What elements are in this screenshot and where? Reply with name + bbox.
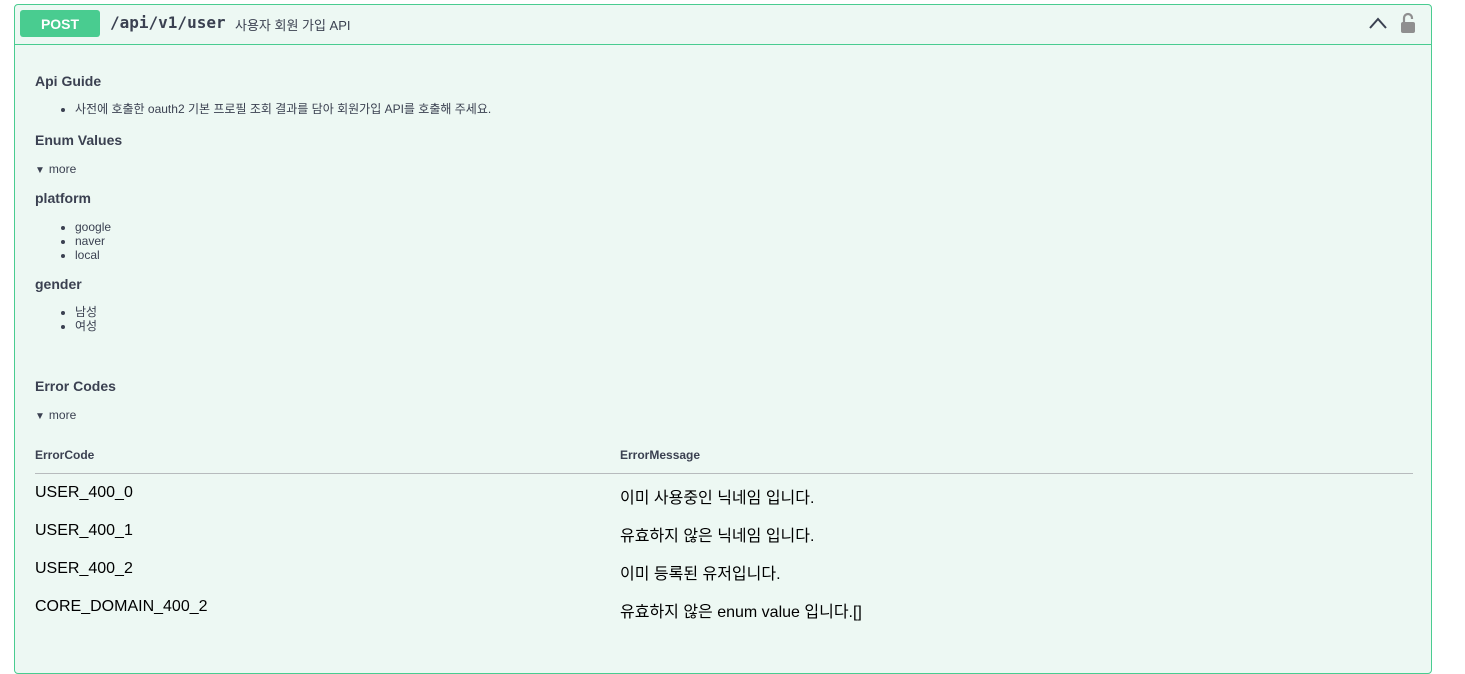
enum-values-more-toggle[interactable]: ▼ more xyxy=(35,162,76,176)
caret-down-icon: ▼ xyxy=(35,411,45,422)
error-message-cell: 이미 등록된 유저입니다. xyxy=(620,566,781,583)
enum-group-title: gender xyxy=(35,276,82,292)
error-code-cell: CORE_DOMAIN_400_2 xyxy=(35,598,208,615)
more-label: more xyxy=(48,162,77,176)
table-header-divider xyxy=(35,473,1413,474)
endpoint-summary-bar[interactable]: POST /api/v1/user 사용자 회원 가입 API xyxy=(15,5,1431,45)
error-codes-more-toggle[interactable]: ▼ more xyxy=(35,408,76,422)
enum-values-list: 남성 여성 xyxy=(53,305,97,333)
error-message-cell: 유효하지 않은 enum value 입니다.[] xyxy=(620,604,862,621)
error-code-cell: USER_400_1 xyxy=(35,522,133,539)
endpoint-path: /api/v1/user xyxy=(110,13,226,32)
list-item: local xyxy=(75,248,111,262)
column-header-error-code: ErrorCode xyxy=(35,448,95,462)
list-item: google xyxy=(75,220,111,234)
endpoint-opblock: POST /api/v1/user 사용자 회원 가입 API Api Guid… xyxy=(14,4,1432,674)
list-item: naver xyxy=(75,234,111,248)
list-item: 사전에 호출한 oauth2 기본 프로필 조회 결과를 담아 회원가입 API… xyxy=(75,102,491,116)
enum-values-list: google naver local xyxy=(53,220,111,262)
lock-icon[interactable] xyxy=(1399,12,1417,34)
error-message-cell: 이미 사용중인 닉네임 입니다. xyxy=(620,490,815,507)
chevron-up-icon[interactable] xyxy=(1368,15,1388,31)
error-message-cell: 유효하지 않은 닉네임 입니다. xyxy=(620,528,815,545)
method-badge: POST xyxy=(20,10,100,37)
error-code-cell: USER_400_2 xyxy=(35,560,133,577)
caret-down-icon: ▼ xyxy=(35,165,45,176)
list-item: 여성 xyxy=(75,319,97,333)
column-header-error-message: ErrorMessage xyxy=(620,448,701,462)
api-guide-list: 사전에 호출한 oauth2 기본 프로필 조회 결과를 담아 회원가입 API… xyxy=(53,102,491,116)
error-codes-heading: Error Codes xyxy=(35,378,116,394)
enum-group-title: platform xyxy=(35,190,91,206)
list-item: 남성 xyxy=(75,305,97,319)
enum-values-heading: Enum Values xyxy=(35,132,123,148)
more-label: more xyxy=(48,408,77,422)
endpoint-description: 사용자 회원 가입 API xyxy=(235,18,351,33)
api-guide-heading: Api Guide xyxy=(35,73,102,89)
error-code-cell: USER_400_0 xyxy=(35,484,133,501)
